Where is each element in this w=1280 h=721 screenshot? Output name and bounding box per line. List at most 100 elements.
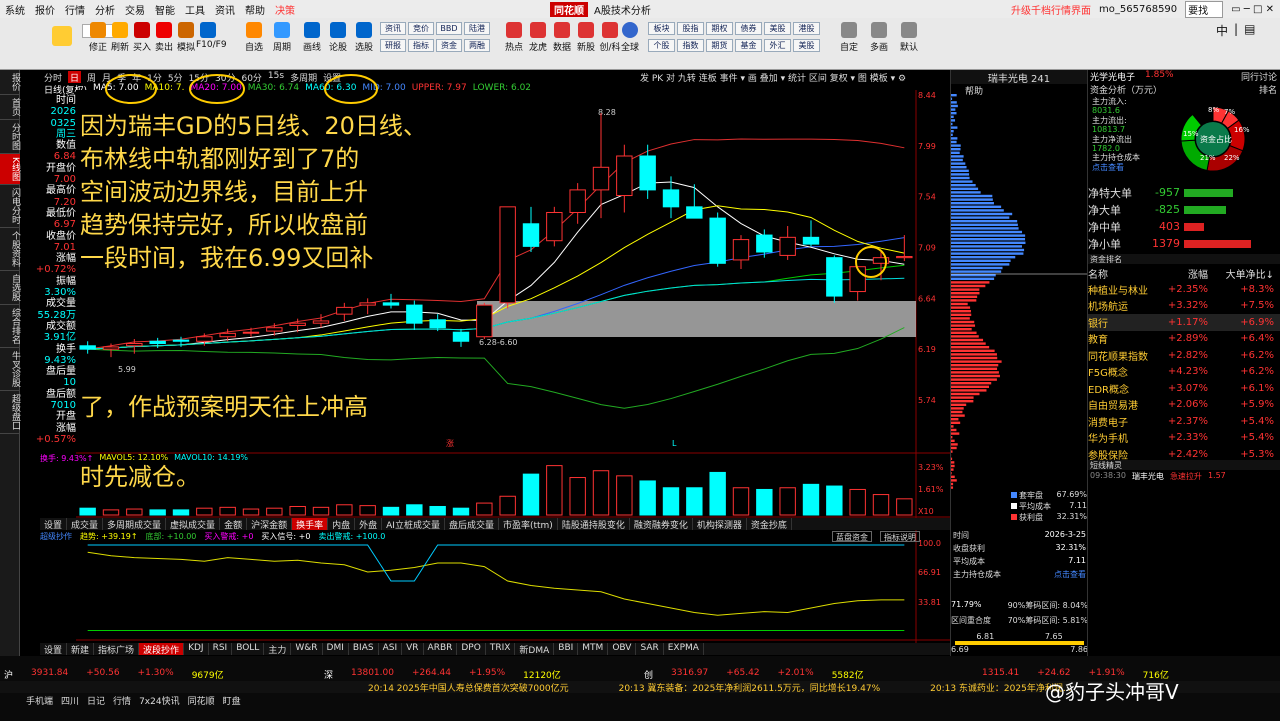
volume-bar[interactable] [850,489,865,515]
rank-row-9[interactable]: 华为手机 +2.33% +5.4% [1088,430,1280,447]
period-10[interactable]: 60分 [241,71,261,83]
volume-bar[interactable] [733,488,748,515]
candle[interactable] [477,305,492,337]
candle[interactable] [710,218,725,263]
candle[interactable] [570,190,585,213]
menu-analysis[interactable]: 分析 [90,2,120,17]
toolbar-btn-6[interactable]: 自选 [242,40,266,53]
period-0[interactable]: 分时 [44,71,62,83]
tab-tabs2-6[interactable]: BOLL [232,643,264,655]
quick-btn-0-1[interactable]: 竞价 [408,22,434,35]
blue-fund-button[interactable]: 蓝盘资金 [832,531,872,542]
leftnav-item-8[interactable]: 牛叉诊股 [0,348,20,391]
candle[interactable] [780,237,795,255]
tab-tabs2-4[interactable]: KDJ [184,643,209,655]
tab-tabs2-2[interactable]: 指标广场 [94,643,139,655]
leftnav-item-3[interactable]: K线图 [0,154,20,185]
rank-row-7[interactable]: 自由贸易港 +2.06% +5.9% [1088,397,1280,414]
leftnav-item-7[interactable]: 综合排名 [0,305,20,348]
volume-bar[interactable] [803,484,818,515]
market-btn-1-5[interactable]: 美股 [793,39,820,52]
menu-news[interactable]: 资讯 [210,2,240,17]
leftnav-item-9[interactable]: 超级盘口 [0,391,20,434]
tab-tabs2-14[interactable]: DPO [457,643,485,655]
candle[interactable] [500,207,515,303]
bottom-item-5[interactable]: 同花顺 [188,694,215,707]
index-group-0[interactable]: 沪 3931.84 +50.56 +1.30% 9679亿 [0,668,320,681]
market-btn-1-0[interactable]: 个股 [648,39,675,52]
period-12[interactable]: 多周期 [290,71,317,83]
menu-decision[interactable]: 决策 [270,2,300,17]
period-9[interactable]: 30分 [215,71,235,83]
toolbar-btn-8[interactable]: 画线 [300,40,324,53]
volume-bar[interactable] [407,505,422,515]
menu-help[interactable]: 帮助 [240,2,270,17]
market-btn-0-3[interactable]: 债券 [735,22,762,35]
quick-btn-0-2[interactable]: BBD [436,22,462,35]
candle[interactable] [267,328,282,331]
candle[interactable] [173,340,188,341]
candle[interactable] [687,207,702,218]
leftnav-item-2[interactable]: 分时图 [0,120,20,154]
tab-tabs2-17[interactable]: BBI [554,643,578,655]
period-4[interactable]: 季 [117,71,126,83]
tab-tabs1-12[interactable]: 陆股通持股变化 [558,518,630,530]
period-13[interactable]: 设置 [323,71,341,83]
sprite-row[interactable]: 09:38:30 瑞丰光电 急速拉升 1.57 [1088,471,1280,481]
candle[interactable] [197,337,212,342]
toolbar-btn-4[interactable]: 模拟 [174,40,198,53]
ticker-item-0[interactable]: 20:14 2025年中国人寿总保费首次突破7000亿元 [0,681,569,694]
chart-tools[interactable]: 发 PK 对 九转 连板 事件 ▾ 画 叠加 ▾ 统计 区间 复权 ▾ 图 模板… [640,71,906,84]
volume-bar[interactable] [547,466,562,515]
volume-bar[interactable] [827,486,842,515]
ticker-item-1[interactable]: 20:13 冀东装备：2025年净利润2611.5万元，同比增长19.47% [569,681,881,694]
tab-tabs2-7[interactable]: 主力 [264,643,291,655]
feature-btn-0[interactable]: 热点 [502,40,526,53]
font-size-controls[interactable]: 中 | ▤ [1216,22,1276,39]
tab-tabs1-1[interactable]: 成交量 [67,518,103,530]
global-btn[interactable]: 全球 [618,40,642,53]
tab-tabs2-21[interactable]: EXPMA [664,643,704,655]
flow-item-4[interactable]: 点击查看 [1092,163,1172,172]
volume-bar[interactable] [80,508,95,515]
bottom-item-0[interactable]: 手机端 [0,694,53,707]
market-btn-0-5[interactable]: 港股 [793,22,820,35]
quick-btn-1-0[interactable]: 研报 [380,39,406,52]
candle[interactable] [407,305,422,323]
tab-tabs1-13[interactable]: 融资融券变化 [630,518,693,530]
candle[interactable] [733,240,748,260]
leftnav-item-1[interactable]: 首页 [0,95,20,120]
volume-bar[interactable] [173,510,188,515]
candle[interactable] [243,332,258,333]
candle[interactable] [220,333,235,336]
tab-tabs2-1[interactable]: 新建 [67,643,94,655]
tab-tabs1-10[interactable]: 盘后成交量 [445,518,499,530]
layout-btn-1[interactable]: 多画 [866,40,892,53]
market-btn-1-2[interactable]: 期货 [706,39,733,52]
quick-btn-1-3[interactable]: 两融 [464,39,490,52]
rank-col-netratio[interactable]: 大单净比↓ [1208,266,1274,281]
tab-tabs2-18[interactable]: MTM [578,643,608,655]
candle[interactable] [430,320,445,328]
volume-bar[interactable] [267,508,282,515]
volume-bar[interactable] [337,505,352,515]
candle[interactable] [593,167,608,190]
bottom-item-6[interactable]: 盯盘 [223,694,241,707]
tab-tabs2-16[interactable]: 新DMA [515,643,554,655]
volume-bar[interactable] [757,489,772,515]
market-btn-0-2[interactable]: 期权 [706,22,733,35]
index-group-1[interactable]: 深 13801.00 +264.44 +1.95% 12120亿 [320,668,640,681]
period-6[interactable]: 1分 [147,71,162,83]
tab-tabs1-8[interactable]: 外盘 [355,518,382,530]
menu-market[interactable]: 行情 [60,2,90,17]
volume-bar[interactable] [780,488,795,515]
menu-trade[interactable]: 交易 [120,2,150,17]
back-button[interactable] [52,26,72,48]
market-btn-0-1[interactable]: 股指 [677,22,704,35]
volume-bar[interactable] [220,507,235,515]
feature-btn-2[interactable]: 数据 [550,40,574,53]
quick-btn-0-0[interactable]: 资讯 [380,22,406,35]
period-7[interactable]: 5分 [168,71,183,83]
volume-bar[interactable] [500,496,515,515]
volume-bar[interactable] [477,503,492,515]
